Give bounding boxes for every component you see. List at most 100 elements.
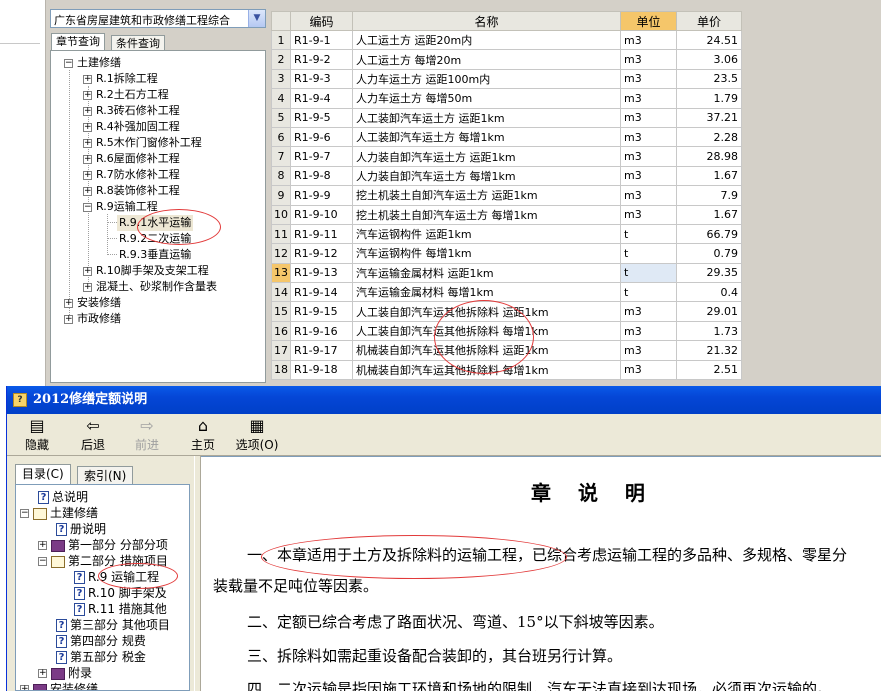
price-cell[interactable]: 29.35 <box>676 262 742 284</box>
table-row[interactable]: 6 R1-9-6 人工装卸汽车运土方 每增1km m3 2.28 <box>271 126 742 148</box>
table-row[interactable]: 11 R1-9-11 汽车运钢构件 运距1km t 66.79 <box>271 223 742 245</box>
price-cell[interactable]: 2.28 <box>676 126 742 148</box>
name-cell[interactable]: 人力车运土方 运距100m内 <box>352 68 621 90</box>
unit-cell[interactable]: m3 <box>620 340 677 361</box>
tree-node-r7[interactable]: + R.7防水修补工程 <box>83 167 180 183</box>
tree-node-r5[interactable]: + R.5木作门窗修补工程 <box>83 135 202 151</box>
table-row[interactable]: 2 R1-9-2 人工运土方 每增20m m3 3.06 <box>271 49 742 70</box>
code-cell[interactable]: R1-9-5 <box>290 107 353 128</box>
collapse-icon[interactable]: − <box>20 509 29 518</box>
unit-cell[interactable]: m3 <box>620 29 677 51</box>
col-header-code[interactable]: 编码 <box>290 11 353 31</box>
name-cell[interactable]: 人力装自卸汽车运土方 运距1km <box>352 146 621 167</box>
code-cell[interactable]: R1-9-2 <box>290 49 353 70</box>
code-cell[interactable]: R1-9-10 <box>290 204 353 225</box>
code-cell[interactable]: R1-9-1 <box>290 29 353 51</box>
expand-icon[interactable]: + <box>83 266 92 276</box>
table-row[interactable]: 10 R1-9-10 挖土机装土自卸汽车运土方 每增1km m3 1.67 <box>271 204 742 225</box>
price-cell[interactable]: 37.21 <box>676 107 742 128</box>
table-row[interactable]: 3 R1-9-3 人力车运土方 运距100m内 m3 23.5 <box>271 68 742 90</box>
table-row[interactable]: 15 R1-9-15 人工装自卸汽车运其他拆除料 运距1km m3 29.01 <box>271 301 742 322</box>
price-cell[interactable]: 1.79 <box>676 88 742 109</box>
chevron-down-icon[interactable]: ▼ <box>248 10 265 27</box>
price-cell[interactable]: 0.4 <box>676 282 742 303</box>
name-cell[interactable]: 挖土机装土自卸汽车运土方 每增1km <box>352 204 621 225</box>
code-cell[interactable]: R1-9-16 <box>290 320 353 342</box>
price-cell[interactable]: 2.51 <box>676 359 742 381</box>
expand-icon[interactable]: + <box>38 541 47 550</box>
expand-icon[interactable]: + <box>83 282 92 292</box>
code-cell[interactable]: R1-9-8 <box>290 165 353 187</box>
code-cell[interactable]: R1-9-12 <box>290 243 353 264</box>
tree-node-r4[interactable]: + R.4补强加固工程 <box>83 119 180 135</box>
name-cell[interactable]: 机械装自卸汽车运其他拆除料 每增1km <box>352 359 621 381</box>
unit-cell[interactable]: t <box>620 223 677 245</box>
expand-icon[interactable]: + <box>38 669 47 678</box>
table-row[interactable]: 17 R1-9-17 机械装自卸汽车运其他拆除料 运距1km m3 21.32 <box>271 340 742 361</box>
table-row[interactable]: 12 R1-9-12 汽车运钢构件 每增1km t 0.79 <box>271 243 742 264</box>
name-cell[interactable]: 挖土机装土自卸汽车运土方 运距1km <box>352 185 621 206</box>
unit-cell[interactable]: m3 <box>620 165 677 187</box>
price-cell[interactable]: 66.79 <box>676 223 742 245</box>
tree-node-r1[interactable]: + R.1拆除工程 <box>83 71 158 87</box>
name-cell[interactable]: 人工装自卸汽车运其他拆除料 每增1km <box>352 320 621 342</box>
expand-icon[interactable]: + <box>83 138 92 148</box>
price-cell[interactable]: 28.98 <box>676 146 742 167</box>
tree-node-r6[interactable]: + R.6屋面修补工程 <box>83 151 180 167</box>
code-cell[interactable]: R1-9-3 <box>290 68 353 90</box>
unit-cell[interactable]: m3 <box>620 320 677 342</box>
unit-cell[interactable]: m3 <box>620 301 677 322</box>
col-header-unit[interactable]: 单位 <box>620 11 677 31</box>
table-row[interactable]: 7 R1-9-7 人力装自卸汽车运土方 运距1km m3 28.98 <box>271 146 742 167</box>
code-cell[interactable]: R1-9-9 <box>290 185 353 206</box>
table-row[interactable]: 14 R1-9-14 汽车运输金属材料 每增1km t 0.4 <box>271 282 742 303</box>
unit-cell[interactable]: m3 <box>620 185 677 206</box>
table-row[interactable]: 9 R1-9-9 挖土机装土自卸汽车运土方 运距1km m3 7.9 <box>271 185 742 206</box>
price-cell[interactable]: 24.51 <box>676 29 742 51</box>
price-cell[interactable]: 29.01 <box>676 301 742 322</box>
name-cell[interactable]: 人工运土方 运距20m内 <box>352 29 621 51</box>
nav-node-part5[interactable]: ? 第五部分 税金 <box>56 649 146 665</box>
nav-node-part3[interactable]: ? 第三部分 其他项目 <box>56 617 170 633</box>
code-cell[interactable]: R1-9-17 <box>290 340 353 361</box>
expand-icon[interactable]: + <box>64 298 73 308</box>
nav-node-r11[interactable]: ? R.11 措施其他 <box>74 601 167 617</box>
options-button[interactable]: ▦ 选项(O) <box>231 416 283 454</box>
price-cell[interactable]: 23.5 <box>676 68 742 90</box>
table-row[interactable]: 16 R1-9-16 人工装自卸汽车运其他拆除料 每增1km m3 1.73 <box>271 320 742 342</box>
expand-icon[interactable]: + <box>20 685 29 690</box>
tree-node-r8[interactable]: + R.8装饰修补工程 <box>83 183 180 199</box>
table-row[interactable]: 13 R1-9-13 汽车运输金属材料 运距1km t 29.35 <box>271 262 742 284</box>
col-header-name[interactable]: 名称 <box>352 11 621 31</box>
price-cell[interactable]: 7.9 <box>676 185 742 206</box>
code-cell[interactable]: R1-9-13 <box>290 262 353 284</box>
code-cell[interactable]: R1-9-4 <box>290 88 353 109</box>
nav-node-r9[interactable]: ? R.9 运输工程 <box>74 569 159 585</box>
nav-node-general[interactable]: ? 总说明 <box>38 489 88 505</box>
unit-cell[interactable]: m3 <box>620 107 677 128</box>
home-button[interactable]: ⌂ 主页 <box>183 416 223 454</box>
tree-node-r2[interactable]: + R.2土石方工程 <box>83 87 169 103</box>
price-cell[interactable]: 3.06 <box>676 49 742 70</box>
collapse-icon[interactable]: − <box>38 557 47 566</box>
tab-contents[interactable]: 目录(C) <box>15 464 71 484</box>
nav-node-civil[interactable]: − 土建修缮 <box>20 505 98 521</box>
code-cell[interactable]: R1-9-15 <box>290 301 353 322</box>
expand-icon[interactable]: + <box>83 154 92 164</box>
expand-icon[interactable]: + <box>83 170 92 180</box>
name-cell[interactable]: 人力装自卸汽车运土方 每增1km <box>352 165 621 187</box>
price-cell[interactable]: 0.79 <box>676 243 742 264</box>
name-cell[interactable]: 人工运土方 每增20m <box>352 49 621 70</box>
nav-node-appendix[interactable]: + 附录 <box>38 665 92 681</box>
title-bar[interactable]: ? 2012修缮定额说明 <box>7 386 881 414</box>
tree-node-concrete[interactable]: + 混凝土、砂浆制作含量表 <box>83 279 217 295</box>
pane-splitter[interactable] <box>194 456 201 691</box>
code-cell[interactable]: R1-9-11 <box>290 223 353 245</box>
tree-node-civil[interactable]: − 土建修缮 <box>64 55 121 71</box>
name-cell[interactable]: 机械装自卸汽车运其他拆除料 运距1km <box>352 340 621 361</box>
expand-icon[interactable]: + <box>83 106 92 116</box>
tree-node-r3[interactable]: + R.3砖石修补工程 <box>83 103 180 119</box>
col-header-price[interactable]: 单价 <box>676 11 742 31</box>
name-cell[interactable]: 汽车运输金属材料 每增1km <box>352 282 621 303</box>
unit-cell[interactable]: m3 <box>620 359 677 381</box>
